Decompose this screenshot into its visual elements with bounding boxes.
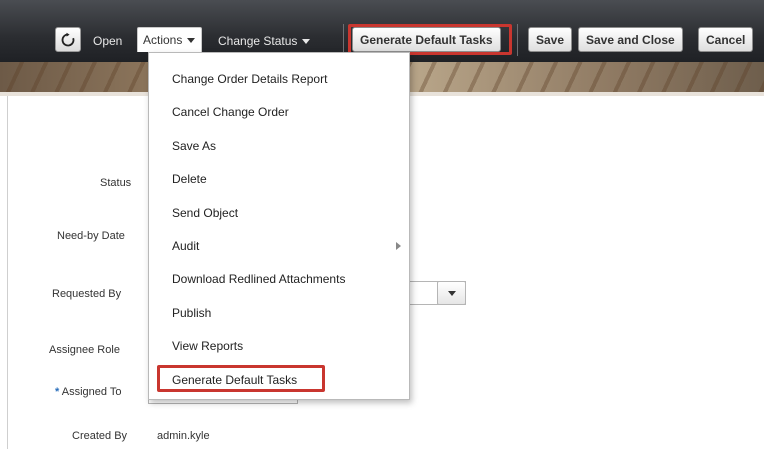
save-and-close-button[interactable]: Save and Close [578,27,683,52]
status-label: Status [100,177,132,189]
highlight-box [157,365,325,392]
assigned-to-label-row: * Assigned To [55,386,121,398]
requested-by-label: Requested By [52,288,122,300]
open-label[interactable]: Open [93,29,122,53]
chevron-down-icon [447,290,456,296]
menu-item-download-redlined-attachments[interactable]: Download Redlined Attachments [149,263,409,295]
menu-item-audit[interactable]: Audit [149,230,409,262]
toolbar-divider [517,24,518,56]
chevron-down-icon [302,38,311,44]
need-by-date-label: Need-by Date [57,230,125,242]
actions-label: Actions [143,33,183,47]
menu-item-view-reports[interactable]: View Reports [149,330,409,362]
menu-item-publish[interactable]: Publish [149,297,409,329]
menu-item-save-as[interactable]: Save As [149,130,409,162]
chevron-right-icon [396,242,401,250]
actions-dropdown-menu: Change Order Details Report Cancel Chang… [148,52,410,400]
form-border [7,96,8,449]
menu-item-delete[interactable]: Delete [149,163,409,195]
menu-item-change-order-details-report[interactable]: Change Order Details Report [149,63,409,95]
requested-by-dropdown-button[interactable] [437,281,466,305]
menu-item-cancel-change-order[interactable]: Cancel Change Order [149,96,409,128]
assignee-role-label: Assignee Role [49,344,120,356]
change-status-label: Change Status [218,34,298,48]
menu-item-send-object[interactable]: Send Object [149,197,409,229]
refresh-button[interactable] [55,27,81,52]
highlight-box [348,24,512,55]
created-by-label: Created By [72,430,128,442]
change-status-menu-button[interactable]: Change Status [218,29,311,53]
refresh-icon [61,32,75,46]
cancel-button[interactable]: Cancel [698,27,754,52]
actions-menu-button[interactable]: Actions [137,27,203,52]
created-by-value: admin.kyle [157,430,210,442]
assigned-to-label: Assigned To [61,386,122,398]
required-marker: * [55,386,60,398]
menu-item-audit-label: Audit [172,239,200,253]
chevron-down-icon [187,37,196,43]
save-button[interactable]: Save [528,27,573,52]
